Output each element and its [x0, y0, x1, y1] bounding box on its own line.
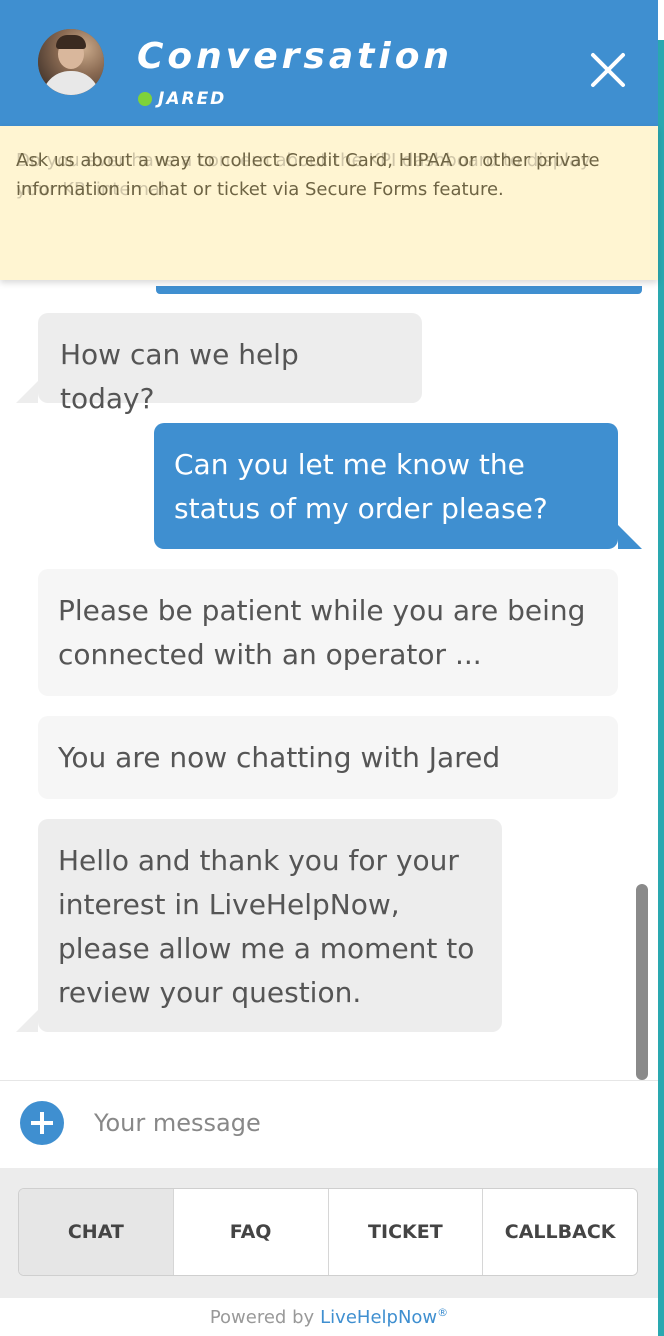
message-text: Can you let me know the status of my ord…	[174, 448, 548, 525]
previous-message-fragment	[156, 286, 642, 294]
header-title: Conversation	[137, 36, 454, 77]
operator-message: How can we help today?	[38, 313, 422, 415]
bubble-tail	[618, 525, 642, 549]
livehelpnow-link[interactable]: LiveHelpNow®	[320, 1306, 448, 1328]
secure-forms-notice: Do you ever have a concern about the KPI…	[0, 126, 658, 280]
scrollbar[interactable]	[636, 884, 648, 1080]
window-edge	[658, 40, 664, 1336]
chat-header: Conversation JARED	[0, 0, 658, 126]
bubble-tail	[16, 381, 38, 403]
tab-group: CHAT FAQ TICKET CALLBACK	[18, 1188, 638, 1276]
message-composer	[0, 1080, 658, 1168]
message-list[interactable]: How can we help today? Can you let me kn…	[0, 280, 658, 1080]
notice-text: Ask us about a way to collect Credit Car…	[16, 150, 600, 200]
registered-mark: ®	[437, 1306, 449, 1319]
agent-name: JARED	[158, 89, 227, 109]
tab-ticket[interactable]: TICKET	[328, 1189, 484, 1275]
tab-bar: CHAT FAQ TICKET CALLBACK	[0, 1168, 658, 1298]
powered-by-text: Powered by	[209, 1306, 315, 1328]
agent-status: JARED	[138, 89, 226, 109]
powered-by-footer: Powered by LiveHelpNow®	[0, 1298, 658, 1336]
bubble-tail	[16, 1010, 38, 1032]
agent-avatar	[38, 29, 104, 95]
tab-callback[interactable]: CALLBACK	[483, 1189, 637, 1275]
brand-name: LiveHelpNow	[320, 1307, 438, 1328]
tab-faq[interactable]: FAQ	[173, 1189, 329, 1275]
chat-widget: Conversation JARED Do you ever have a co…	[0, 0, 664, 1336]
close-button[interactable]	[588, 50, 628, 90]
message-text: Hello and thank you for your interest in…	[58, 844, 475, 1009]
user-message: Can you let me know the status of my ord…	[154, 423, 618, 549]
close-icon	[591, 53, 625, 87]
operator-message: Hello and thank you for your interest in…	[38, 819, 502, 1032]
system-message: You are now chatting with Jared	[38, 716, 618, 799]
online-status-icon	[138, 92, 152, 106]
system-message: Please be patient while you are being co…	[38, 569, 618, 696]
add-attachment-button[interactable]	[20, 1101, 64, 1145]
message-text: You are now chatting with Jared	[58, 741, 501, 774]
tab-chat[interactable]: CHAT	[19, 1189, 174, 1275]
message-input[interactable]	[94, 1099, 634, 1147]
message-text: How can we help today?	[60, 338, 299, 415]
message-text: Please be patient while you are being co…	[58, 594, 586, 671]
